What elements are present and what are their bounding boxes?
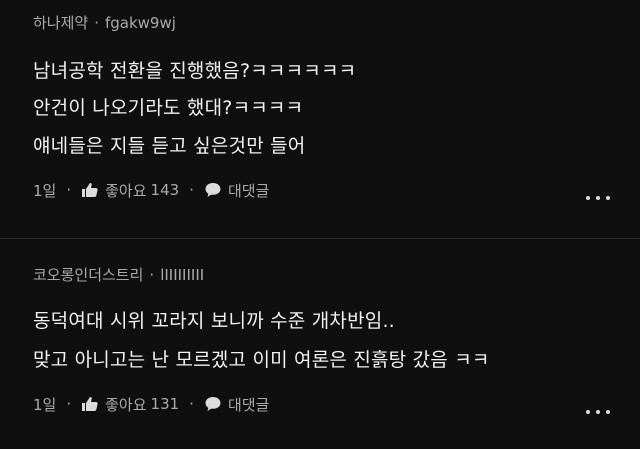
comment-divider <box>0 238 640 239</box>
comment-text-line: 안건이 나오기라도 했대?ㅋㅋㅋㅋ <box>33 97 304 119</box>
action-separator: · <box>189 181 194 199</box>
meta-separator: · <box>149 266 155 284</box>
speech-bubble-icon[interactable] <box>204 182 222 198</box>
comment-time: 1일 <box>33 181 57 200</box>
speech-bubble-icon[interactable] <box>204 396 222 412</box>
comment-meta: 하나제약 · fgakw9wj <box>33 12 176 33</box>
thumbs-up-icon[interactable] <box>81 396 99 412</box>
more-dot <box>586 410 590 414</box>
like-label[interactable]: 좋아요 <box>105 180 146 201</box>
comment-actions: 1일 · 좋아요 131 · 대댓글 <box>33 392 269 416</box>
comment-text-line: 동덕여대 시위 꼬라지 보니까 수준 개차반임.. <box>33 310 395 332</box>
comment-meta: 코오롱인더스트리 · lIIIIIIIII <box>33 264 204 285</box>
comment-text-line: 얘네들은 지들 듣고 싶은것만 들어 <box>33 135 306 157</box>
more-dot <box>586 196 590 200</box>
channel-name[interactable]: 하나제약 <box>33 14 88 32</box>
comment-text-line: 남녀공학 전환을 진행했음?ㅋㅋㅋㅋㅋㅋ <box>33 60 357 82</box>
username[interactable]: lIIIIIIIII <box>160 266 204 284</box>
channel-name[interactable]: 코오롱인더스트리 <box>33 266 143 284</box>
reply-button[interactable]: 대댓글 <box>228 180 269 201</box>
more-dot <box>606 196 610 200</box>
more-dot <box>606 410 610 414</box>
meta-separator: · <box>94 14 99 32</box>
like-count: 143 <box>150 181 180 199</box>
like-label[interactable]: 좋아요 <box>105 394 146 415</box>
comment-time: 1일 <box>33 395 57 414</box>
more-dot <box>596 410 600 414</box>
username[interactable]: fgakw9wj <box>105 14 176 32</box>
more-horizontal-icon[interactable] <box>586 404 610 420</box>
like-count: 131 <box>150 395 180 413</box>
more-horizontal-icon[interactable] <box>586 190 610 206</box>
more-dot <box>596 196 600 200</box>
action-separator: · <box>66 395 72 413</box>
action-separator: · <box>189 395 194 413</box>
reply-button[interactable]: 대댓글 <box>228 394 269 415</box>
comment-actions: 1일 · 좋아요 143 · 대댓글 <box>33 178 269 202</box>
comment-text-line: 맞고 아니고는 난 모르겠고 이미 여론은 진흙탕 갔음 ㅋㅋ <box>33 349 490 371</box>
action-separator: · <box>66 181 72 199</box>
thumbs-up-icon[interactable] <box>81 182 99 198</box>
